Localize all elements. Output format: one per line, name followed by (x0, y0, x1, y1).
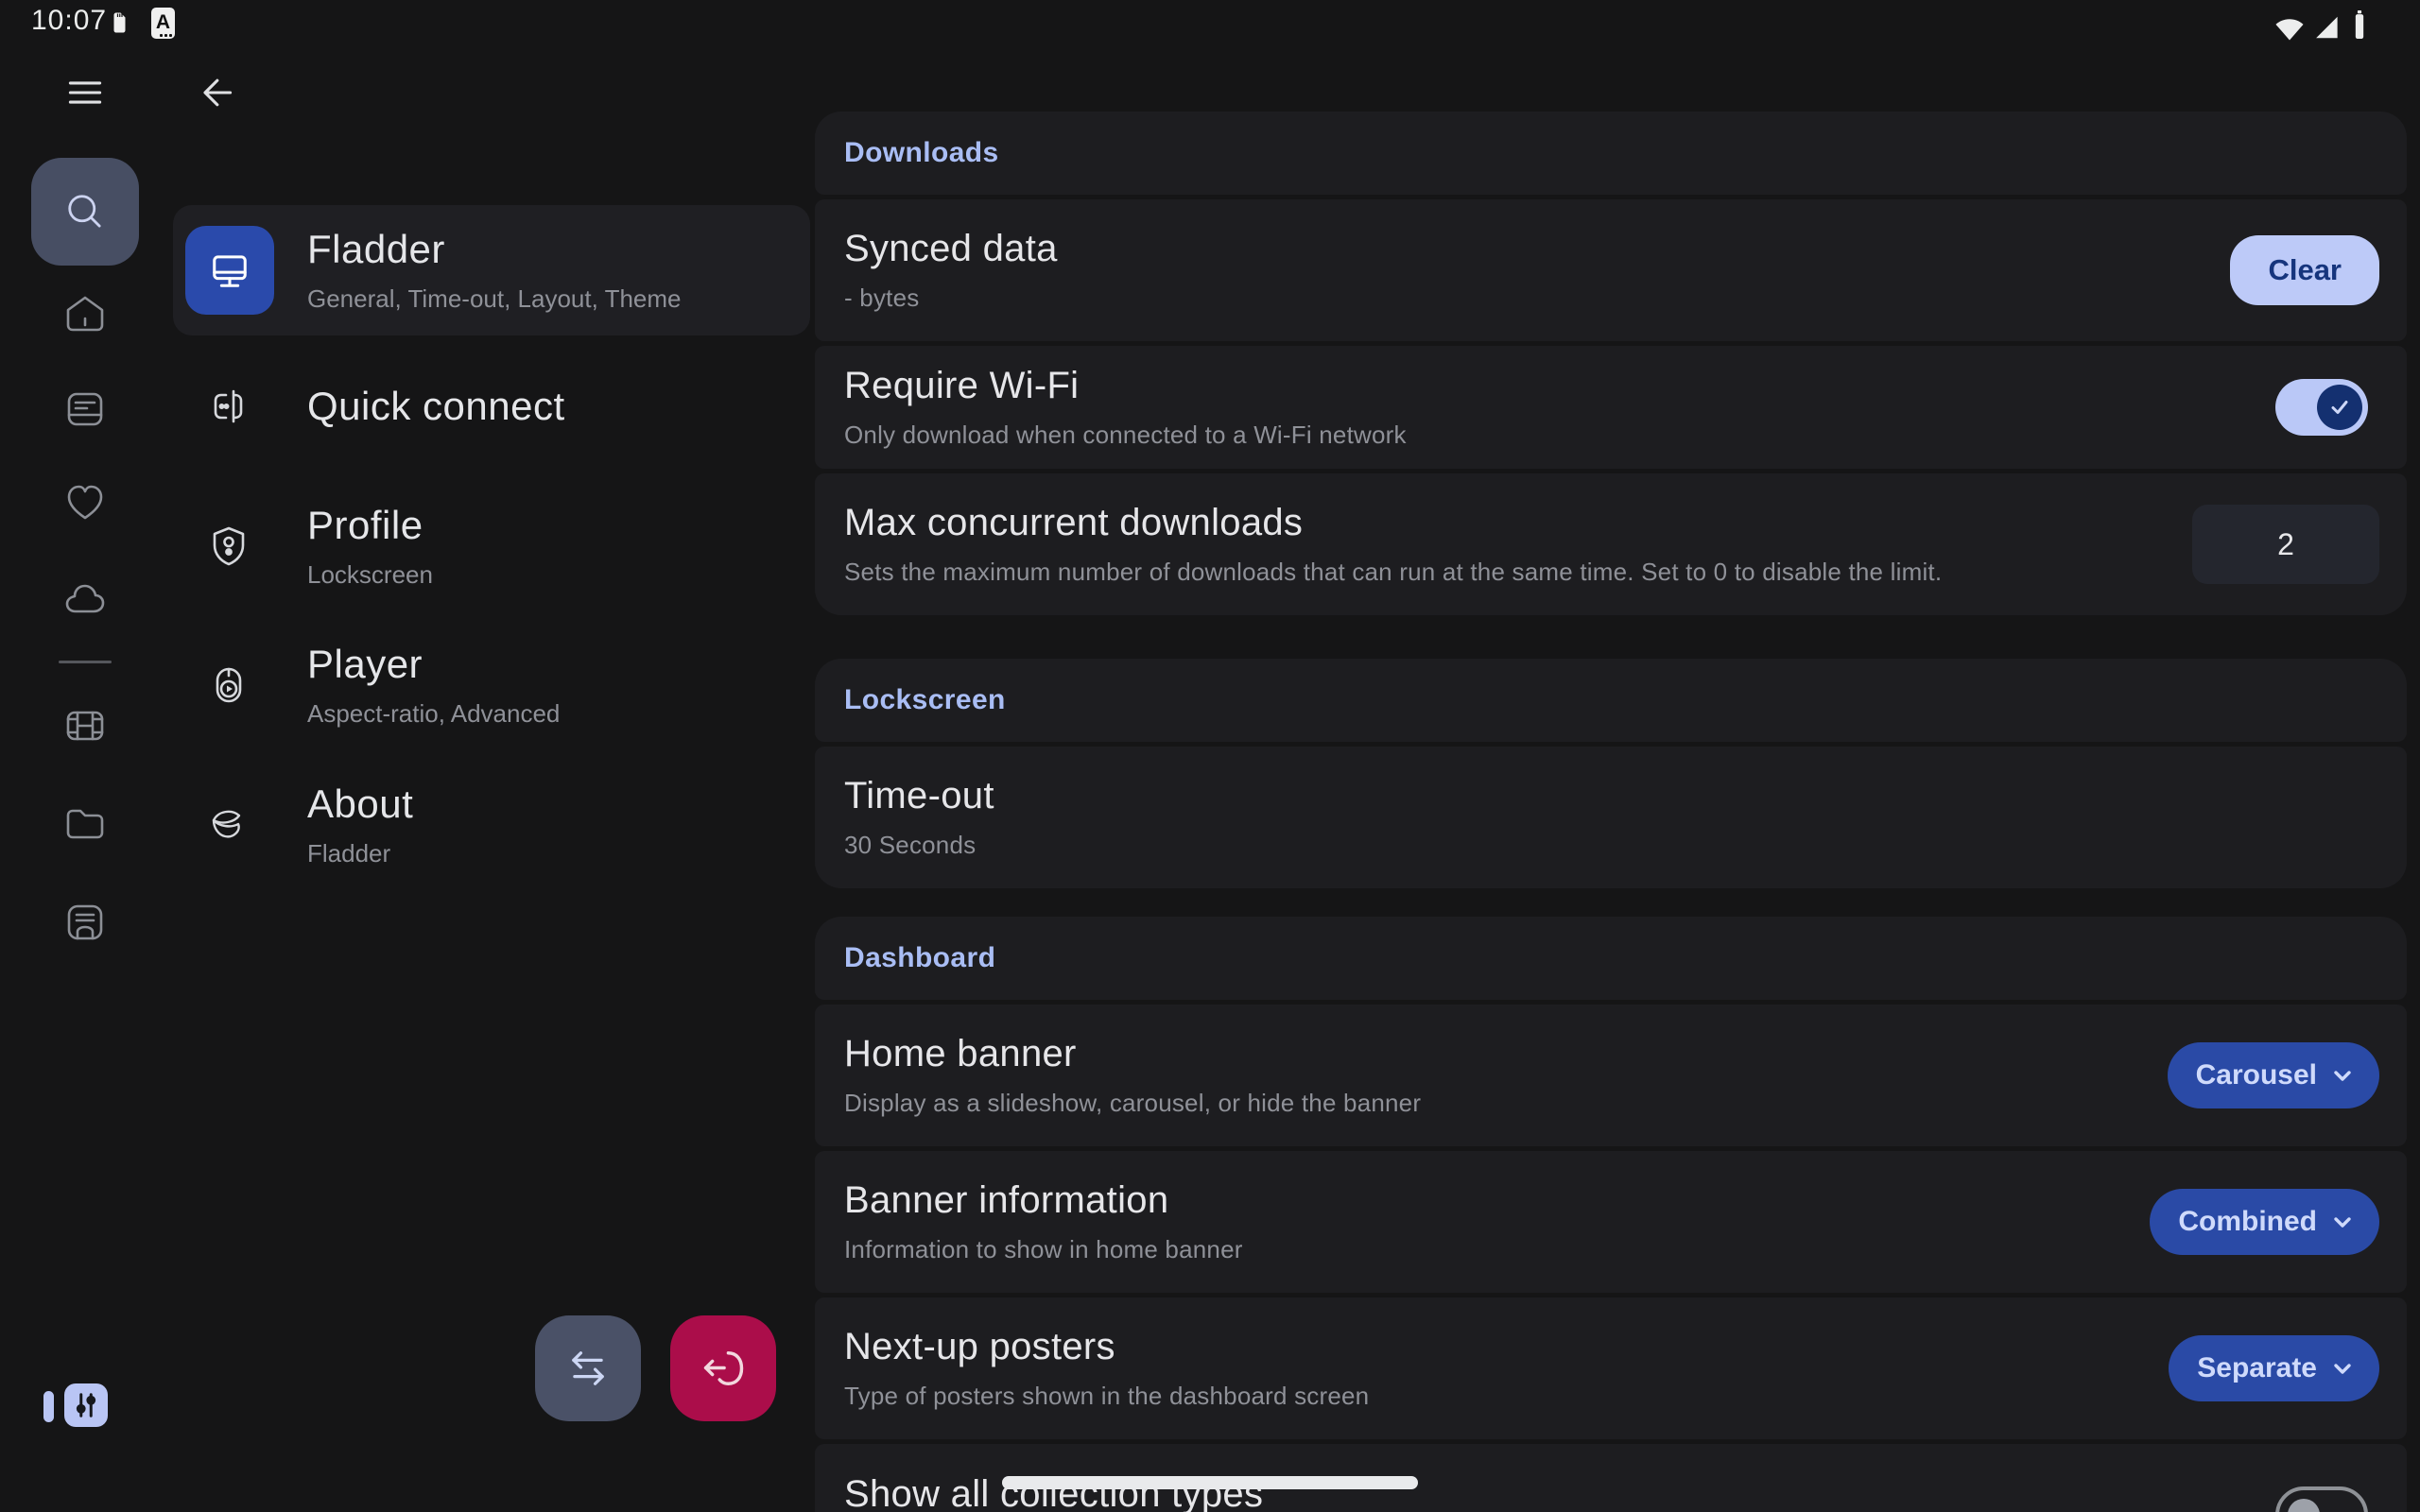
nav-item-title: Fladder (307, 227, 682, 272)
dropdown-value: Carousel (2196, 1059, 2317, 1091)
setting-title: Next-up posters (844, 1326, 2169, 1368)
swap-horizontal-icon (563, 1344, 613, 1393)
section-header-label: Lockscreen (844, 684, 1006, 716)
setting-row-synced-data[interactable]: Synced data - bytes Clear (815, 199, 2407, 341)
setting-subtitle: Display as a slideshow, carousel, or hid… (844, 1089, 2168, 1118)
setting-subtitle: Type of posters shown in the dashboard s… (844, 1382, 2169, 1411)
search-icon (60, 187, 110, 236)
setting-subtitle: - bytes (844, 284, 2230, 313)
check-icon (2327, 395, 2352, 420)
section-header-downloads: Downloads (815, 112, 2407, 195)
shield-person-icon (206, 524, 251, 569)
rail-item-home[interactable] (62, 292, 108, 337)
fladder-logo-icon (206, 802, 251, 848)
nav-item-about[interactable]: About Fladder (173, 756, 810, 893)
setting-subtitle: Information to show in home banner (844, 1235, 2150, 1264)
max-downloads-value[interactable]: 2 (2192, 505, 2379, 584)
setting-row-time-out[interactable]: Time-out 30 Seconds (815, 747, 2407, 888)
rail-item-movies[interactable] (62, 703, 108, 748)
chevron-down-icon (2330, 1356, 2355, 1381)
chevron-down-icon (2330, 1210, 2355, 1234)
status-bar: 10:07 A (0, 0, 2420, 45)
rail-item-library[interactable] (62, 387, 108, 432)
monitor-icon (185, 226, 274, 315)
nav-item-title: About (307, 782, 413, 827)
rail-item-favorites[interactable] (62, 480, 108, 525)
next-up-posters-dropdown[interactable]: Separate (2169, 1335, 2379, 1401)
rail-divider (59, 661, 112, 663)
rail-item-folders[interactable] (62, 801, 108, 847)
nav-item-quick-connect[interactable]: Quick connect (173, 340, 810, 472)
banner-information-dropdown[interactable]: Combined (2150, 1189, 2379, 1255)
home-icon (62, 292, 108, 337)
gesture-navigation-bar[interactable] (1002, 1476, 1418, 1489)
film-icon (62, 703, 108, 748)
nav-item-profile[interactable]: Profile Lockscreen (173, 477, 810, 614)
nav-item-title: Player (307, 642, 560, 687)
setting-title: Synced data (844, 228, 2230, 270)
fladder-settings-screen: 10:07 A (0, 0, 2420, 1512)
setting-subtitle: 30 Seconds (844, 831, 2379, 860)
logout-icon (699, 1344, 748, 1393)
collections-icon (62, 900, 108, 945)
rail-selected-indicator (43, 1391, 54, 1422)
nav-item-title: Quick connect (307, 384, 565, 429)
section-header-label: Dashboard (844, 942, 995, 974)
hamburger-menu-icon[interactable] (64, 72, 106, 113)
nav-item-title: Profile (307, 503, 433, 548)
setting-title: Banner information (844, 1179, 2150, 1222)
setting-subtitle: Only download when connected to a Wi-Fi … (844, 421, 2275, 450)
setting-title: Home banner (844, 1033, 2168, 1075)
clear-button[interactable]: Clear (2230, 235, 2379, 305)
chevron-down-icon (2330, 1063, 2355, 1088)
setting-title: Require Wi-Fi (844, 365, 2275, 407)
cloud-icon (62, 576, 108, 622)
heart-icon (62, 480, 108, 525)
setting-subtitle: Sets the maximum number of downloads tha… (844, 558, 2192, 587)
back-arrow-icon[interactable] (195, 72, 236, 113)
quick-connect-icon (206, 384, 251, 429)
player-icon (206, 662, 251, 708)
battery-icon (2350, 8, 2369, 42)
home-banner-dropdown[interactable]: Carousel (2168, 1042, 2379, 1108)
dropdown-value: Separate (2197, 1352, 2317, 1384)
show-all-collection-types-toggle[interactable] (2275, 1486, 2368, 1512)
setting-row-next-up-posters[interactable]: Next-up posters Type of posters shown in… (815, 1297, 2407, 1439)
nav-item-subtitle: Lockscreen (307, 560, 433, 590)
cellular-signal-icon (2315, 13, 2341, 42)
nav-item-fladder[interactable]: Fladder General, Time-out, Layout, Theme (173, 205, 810, 335)
require-wifi-toggle[interactable] (2275, 379, 2368, 436)
setting-row-banner-information[interactable]: Banner information Information to show i… (815, 1151, 2407, 1293)
nav-item-player[interactable]: Player Aspect-ratio, Advanced (173, 616, 810, 753)
status-time: 10:07 (31, 5, 107, 37)
nav-item-subtitle: Fladder (307, 839, 413, 868)
setting-title: Time-out (844, 775, 2379, 817)
section-header-lockscreen: Lockscreen (815, 659, 2407, 742)
dropdown-value: Combined (2178, 1206, 2317, 1238)
section-header-label: Downloads (844, 137, 999, 169)
rail-item-sync[interactable] (62, 576, 108, 622)
nav-item-subtitle: General, Time-out, Layout, Theme (307, 284, 682, 314)
nav-item-subtitle: Aspect-ratio, Advanced (307, 699, 560, 729)
setting-row-max-concurrent-downloads[interactable]: Max concurrent downloads Sets the maximu… (815, 473, 2407, 615)
logout-fab[interactable] (670, 1315, 776, 1421)
sd-card-icon (108, 7, 130, 39)
switch-server-fab[interactable] (535, 1315, 641, 1421)
wifi-icon (2273, 13, 2306, 42)
tune-icon (69, 1388, 103, 1422)
a-app-icon: A (151, 8, 175, 39)
setting-title: Max concurrent downloads (844, 502, 2192, 544)
library-icon (62, 387, 108, 432)
setting-row-home-banner[interactable]: Home banner Display as a slideshow, caro… (815, 1005, 2407, 1146)
rail-item-settings[interactable] (64, 1383, 108, 1427)
rail-item-collections[interactable] (62, 900, 108, 945)
section-header-dashboard: Dashboard (815, 917, 2407, 1000)
folder-icon (62, 801, 108, 847)
rail-item-search[interactable] (31, 158, 139, 266)
setting-row-require-wifi[interactable]: Require Wi-Fi Only download when connect… (815, 346, 2407, 469)
